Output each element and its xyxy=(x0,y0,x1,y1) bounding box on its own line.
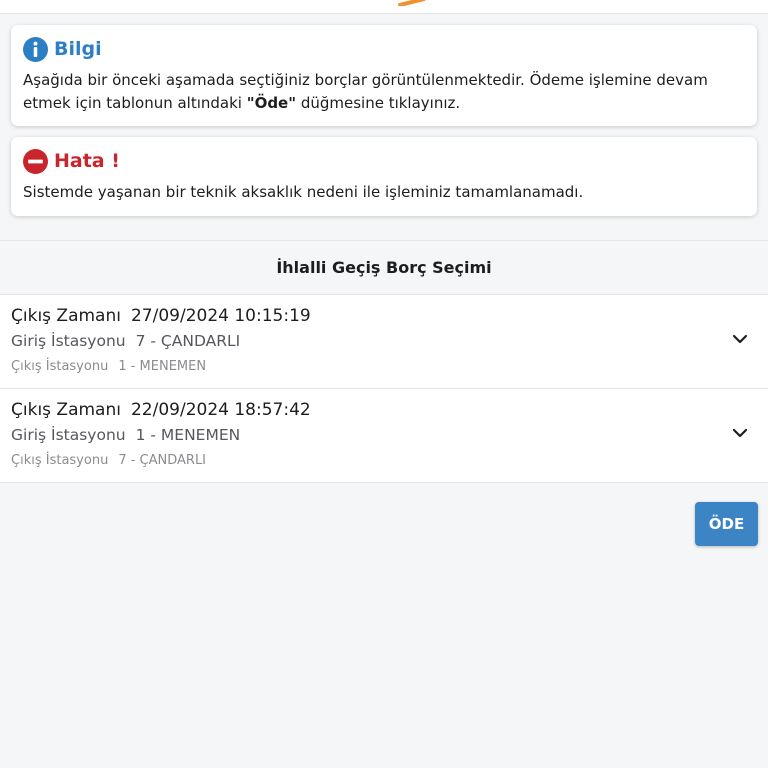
info-text-part2: düğmesine tıklayınız. xyxy=(296,94,461,112)
entry-station-value: 7 - ÇANDARLI xyxy=(135,332,241,350)
entry-station-value: 1 - MENEMEN xyxy=(135,426,241,444)
exit-time-label: Çıkış Zamanı xyxy=(11,400,121,420)
top-bar xyxy=(0,0,768,14)
chevron-down-icon[interactable] xyxy=(732,333,748,345)
exit-time-value: 22/09/2024 18:57:42 xyxy=(130,400,311,420)
minus-circle-icon xyxy=(23,148,48,174)
info-icon xyxy=(23,36,48,62)
entry-station-line: Giriş İstasyonu 1 - MENEMEN xyxy=(11,426,240,444)
info-title-text: Bilgi xyxy=(54,38,102,60)
entry-station-label: Giriş İstasyonu xyxy=(11,426,126,444)
exit-time-line: Çıkış Zamanı 27/09/2024 10:15:19 xyxy=(11,306,311,326)
error-card-title: Hata ! xyxy=(23,148,745,174)
info-text-bold: "Öde" xyxy=(246,94,297,112)
exit-station-line: Çıkış İstasyonu 1 - MENEMEN xyxy=(11,359,206,374)
logo-icon xyxy=(398,0,426,6)
exit-station-value: 7 - ÇANDARLI xyxy=(118,453,207,468)
debt-row[interactable]: Çıkış Zamanı 27/09/2024 10:15:19 Giriş İs… xyxy=(0,295,768,389)
error-title-text: Hata ! xyxy=(54,150,120,172)
chevron-down-icon[interactable] xyxy=(732,427,748,439)
debt-selection-section: İhlalli Geçiş Borç Seçimi Çıkış Zamanı 27… xyxy=(0,240,768,483)
entry-station-label: Giriş İstasyonu xyxy=(11,332,126,350)
error-card: Hata ! Sistemde yaşanan bir teknik aksak… xyxy=(11,137,757,216)
pay-button[interactable]: ÖDE xyxy=(695,502,758,546)
exit-station-label: Çıkış İstasyonu xyxy=(11,453,109,468)
exit-time-label: Çıkış Zamanı xyxy=(11,306,121,326)
info-card: Bilgi Aşağıda bir önceki aşamada seçtiği… xyxy=(11,25,757,126)
debt-row[interactable]: Çıkış Zamanı 22/09/2024 18:57:42 Giriş İs… xyxy=(0,389,768,483)
exit-station-label: Çıkış İstasyonu xyxy=(11,359,109,374)
info-card-title: Bilgi xyxy=(23,36,745,62)
entry-station-line: Giriş İstasyonu 7 - ÇANDARLI xyxy=(11,332,240,350)
exit-station-line: Çıkış İstasyonu 7 - ÇANDARLI xyxy=(11,453,206,468)
error-card-text: Sistemde yaşanan bir teknik aksaklık ned… xyxy=(23,183,584,201)
section-title: İhlalli Geçiş Borç Seçimi xyxy=(0,241,768,295)
info-card-text: Aşağıda bir önceki aşamada seçtiğiniz bo… xyxy=(23,69,745,115)
exit-time-line: Çıkış Zamanı 22/09/2024 18:57:42 xyxy=(11,400,311,420)
exit-time-value: 27/09/2024 10:15:19 xyxy=(130,306,311,326)
exit-station-value: 1 - MENEMEN xyxy=(118,359,207,374)
